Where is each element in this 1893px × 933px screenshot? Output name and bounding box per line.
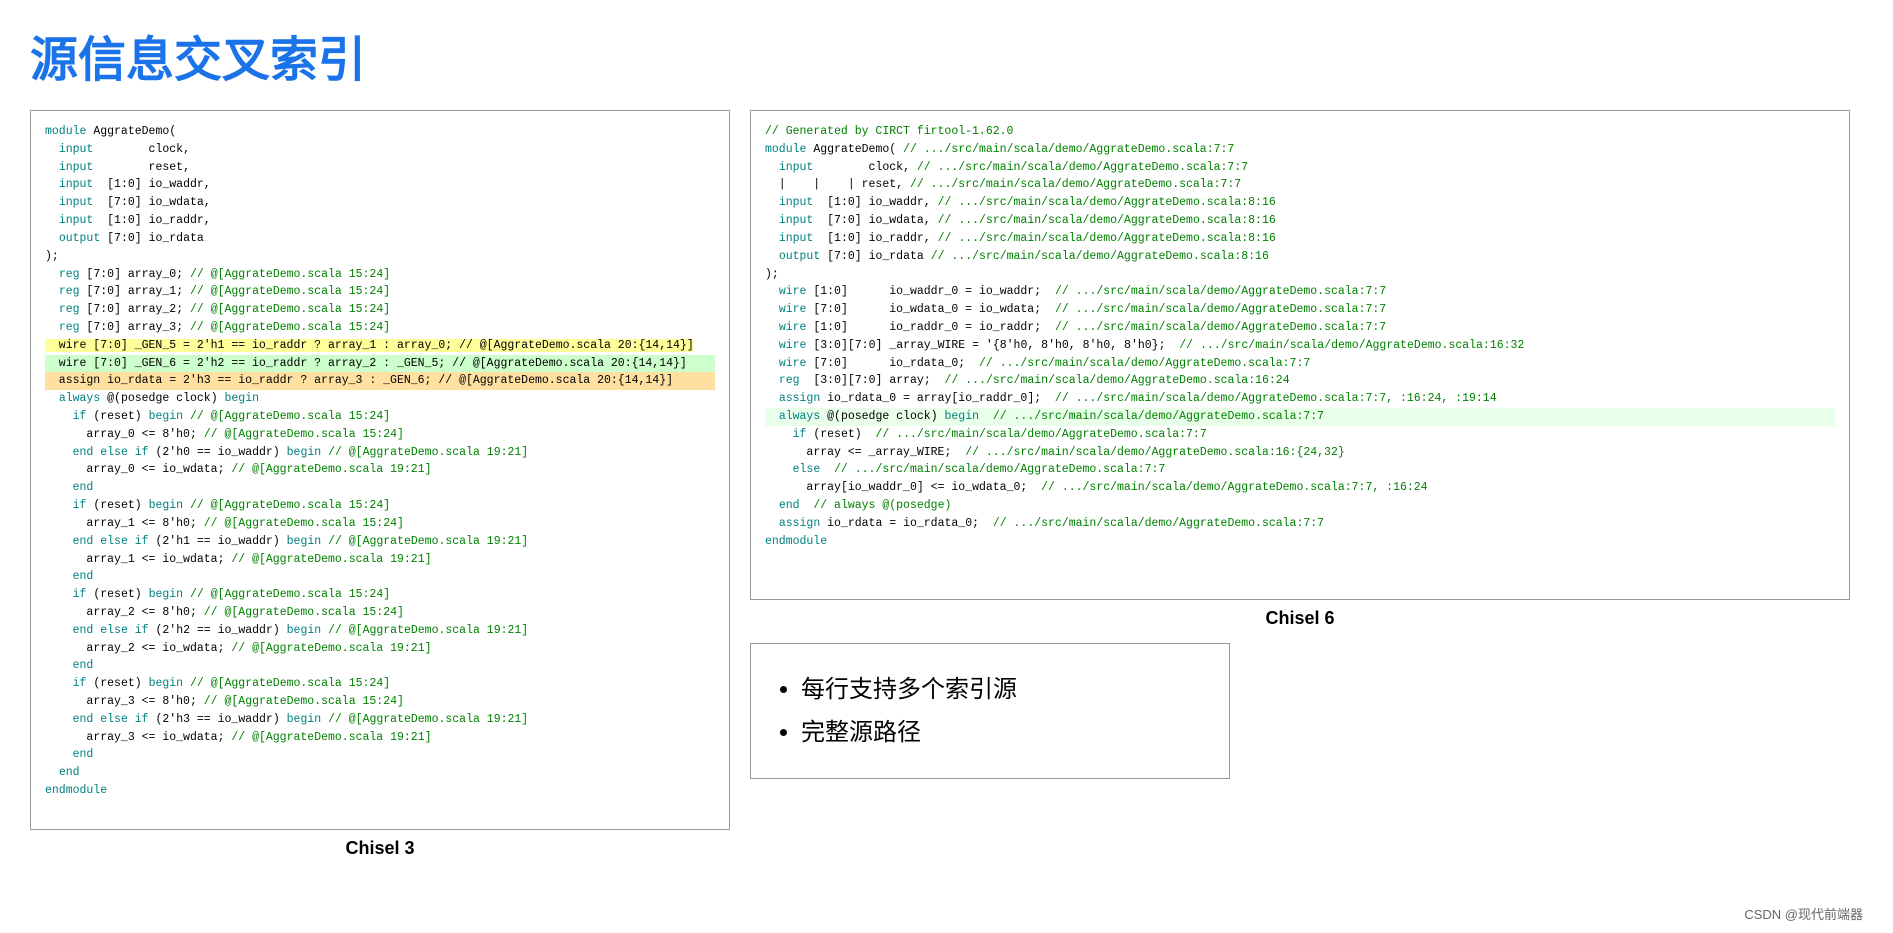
code-line: input clock, (45, 141, 715, 159)
code-line: input [1:0] io_raddr, // .../src/main/sc… (765, 230, 1835, 248)
code-line: array_1 <= 8'h0; // @[AggrateDemo.scala … (45, 515, 715, 533)
right-caption: Chisel 6 (750, 608, 1850, 629)
bullet-panel: 每行支持多个索引源 完整源路径 (750, 643, 1230, 779)
code-line: reg [7:0] array_2; // @[AggrateDemo.scal… (45, 301, 715, 319)
code-line: end (45, 746, 715, 764)
code-line: wire [7:0] _GEN_6 = 2'h2 == io_raddr ? a… (45, 355, 715, 373)
code-line: input [7:0] io_wdata, (45, 194, 715, 212)
code-line: end (45, 479, 715, 497)
code-line: endmodule (45, 782, 715, 800)
code-line: input reset, (45, 159, 715, 177)
code-line: ); (45, 248, 715, 266)
code-line: input [1:0] io_waddr, // .../src/main/sc… (765, 194, 1835, 212)
left-code-block: module AggrateDemo( input clock, input r… (45, 123, 715, 800)
code-line: if (reset) begin // @[AggrateDemo.scala … (45, 586, 715, 604)
right-section: // Generated by CIRCT firtool-1.62.0modu… (750, 110, 1850, 779)
left-code-panel: module AggrateDemo( input clock, input r… (30, 110, 730, 830)
code-line: array_2 <= io_wdata; // @[AggrateDemo.sc… (45, 640, 715, 658)
code-line: array <= _array_WIRE; // .../src/main/sc… (765, 444, 1835, 462)
code-line: end (45, 764, 715, 782)
bullet-item-2: 完整源路径 (801, 711, 1199, 754)
code-line: else // .../src/main/scala/demo/AggrateD… (765, 461, 1835, 479)
code-line: if (reset) begin // @[AggrateDemo.scala … (45, 675, 715, 693)
code-line: end (45, 657, 715, 675)
code-line: module AggrateDemo( // .../src/main/scal… (765, 141, 1835, 159)
code-line: array_0 <= io_wdata; // @[AggrateDemo.sc… (45, 461, 715, 479)
code-line: wire [7:0] io_rdata_0; // .../src/main/s… (765, 355, 1835, 373)
code-line: input [7:0] io_wdata, // .../src/main/sc… (765, 212, 1835, 230)
code-line: end (45, 568, 715, 586)
code-line: if (reset) begin // @[AggrateDemo.scala … (45, 408, 715, 426)
left-caption: Chisel 3 (30, 838, 730, 859)
page-title: 源信息交叉索引 (30, 20, 1863, 90)
code-line: wire [1:0] io_waddr_0 = io_waddr; // ...… (765, 283, 1835, 301)
code-line: array_3 <= io_wdata; // @[AggrateDemo.sc… (45, 729, 715, 747)
code-line: end else if (2'h1 == io_waddr) begin // … (45, 533, 715, 551)
code-line: reg [7:0] array_0; // @[AggrateDemo.scal… (45, 266, 715, 284)
bullet-item-1: 每行支持多个索引源 (801, 668, 1199, 711)
footer-text: CSDN @现代前端器 (1744, 904, 1863, 923)
code-line: input [1:0] io_waddr, (45, 176, 715, 194)
code-line: always @(posedge clock) begin (45, 390, 715, 408)
code-line: output [7:0] io_rdata // .../src/main/sc… (765, 248, 1835, 266)
code-line: array_1 <= io_wdata; // @[AggrateDemo.sc… (45, 551, 715, 569)
code-line: wire [7:0] _GEN_5 = 2'h1 == io_raddr ? a… (45, 337, 715, 355)
code-line: always @(posedge clock) begin // .../src… (765, 408, 1835, 426)
code-line: wire [1:0] io_raddr_0 = io_raddr; // ...… (765, 319, 1835, 337)
code-line: reg [3:0][7:0] array; // .../src/main/sc… (765, 372, 1835, 390)
code-line: array[io_waddr_0] <= io_wdata_0; // .../… (765, 479, 1835, 497)
right-bottom-row: 每行支持多个索引源 完整源路径 (750, 639, 1850, 779)
code-line: output [7:0] io_rdata (45, 230, 715, 248)
code-line: assign io_rdata = 2'h3 == io_raddr ? arr… (45, 372, 715, 390)
right-code-panel: // Generated by CIRCT firtool-1.62.0modu… (750, 110, 1850, 600)
code-line: reg [7:0] array_3; // @[AggrateDemo.scal… (45, 319, 715, 337)
right-top-wrapper: // Generated by CIRCT firtool-1.62.0modu… (750, 110, 1850, 629)
code-line: if (reset) begin // @[AggrateDemo.scala … (45, 497, 715, 515)
code-line: wire [3:0][7:0] _array_WIRE = '{8'h0, 8'… (765, 337, 1835, 355)
main-content: module AggrateDemo( input clock, input r… (30, 110, 1863, 859)
code-line: assign io_rdata_0 = array[io_raddr_0]; /… (765, 390, 1835, 408)
code-line: end else if (2'h0 == io_waddr) begin // … (45, 444, 715, 462)
code-line: end else if (2'h3 == io_waddr) begin // … (45, 711, 715, 729)
code-line: array_2 <= 8'h0; // @[AggrateDemo.scala … (45, 604, 715, 622)
code-line: array_0 <= 8'h0; // @[AggrateDemo.scala … (45, 426, 715, 444)
left-panel-wrapper: module AggrateDemo( input clock, input r… (30, 110, 730, 859)
bullet-list: 每行支持多个索引源 完整源路径 (781, 668, 1199, 754)
code-line: input clock, // .../src/main/scala/demo/… (765, 159, 1835, 177)
code-line: input [1:0] io_raddr, (45, 212, 715, 230)
code-line: wire [7:0] io_wdata_0 = io_wdata; // ...… (765, 301, 1835, 319)
code-line: assign io_rdata = io_rdata_0; // .../src… (765, 515, 1835, 533)
code-line: ); (765, 266, 1835, 284)
code-line: | | | reset, // .../src/main/scala/demo/… (765, 176, 1835, 194)
code-line: array_3 <= 8'h0; // @[AggrateDemo.scala … (45, 693, 715, 711)
code-line: module AggrateDemo( (45, 123, 715, 141)
code-line: reg [7:0] array_1; // @[AggrateDemo.scal… (45, 283, 715, 301)
right-code-block: // Generated by CIRCT firtool-1.62.0modu… (765, 123, 1835, 551)
code-line: // Generated by CIRCT firtool-1.62.0 (765, 123, 1835, 141)
code-line: end else if (2'h2 == io_waddr) begin // … (45, 622, 715, 640)
code-line: if (reset) // .../src/main/scala/demo/Ag… (765, 426, 1835, 444)
code-line: endmodule (765, 533, 1835, 551)
code-line: end // always @(posedge) (765, 497, 1835, 515)
